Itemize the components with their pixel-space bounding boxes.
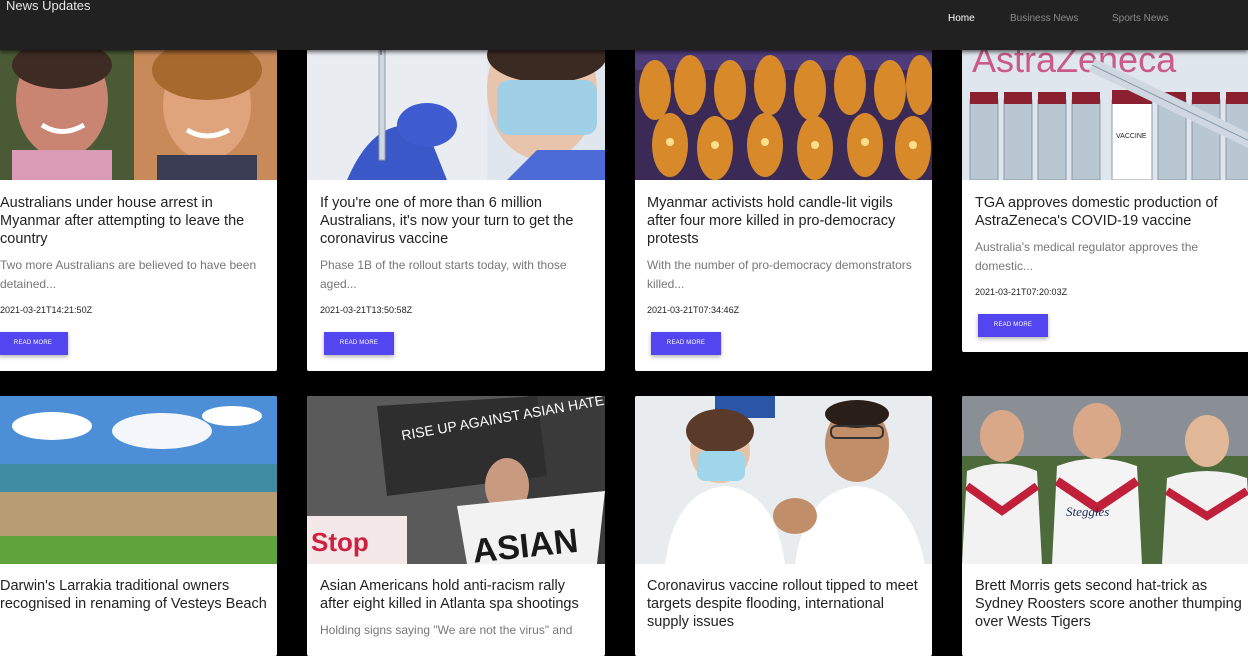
card-body: Coronavirus vaccine rollout tipped to me… xyxy=(647,577,922,631)
article-title[interactable]: Brett Morris gets second hat-trick as Sy… xyxy=(975,577,1245,631)
navbar: News Updates Home Business News Sports N… xyxy=(0,0,1248,50)
read-more-button[interactable]: READ MORE xyxy=(978,314,1048,337)
article-image: Steggles xyxy=(962,396,1248,564)
vaccination-image xyxy=(635,396,932,564)
vaccine-label-text: VACCINE xyxy=(1116,133,1147,140)
candle-vigil-image xyxy=(635,30,932,180)
article-title[interactable]: TGA approves domestic production of Astr… xyxy=(975,194,1245,230)
article-title[interactable]: Darwin's Larrakia traditional owners rec… xyxy=(0,577,268,613)
article-image: AstraZeneca VACCINE xyxy=(962,30,1248,180)
read-more-button[interactable]: READ MORE xyxy=(324,332,394,355)
vaccine-worker-image xyxy=(307,30,605,180)
article-title[interactable]: If you're one of more than 6 million Aus… xyxy=(320,194,592,248)
article-description: Holding signs saying "We are not the vir… xyxy=(320,623,573,637)
nav-business-news[interactable]: Business News xyxy=(1010,13,1078,25)
article-image xyxy=(635,396,932,564)
article-date: 2021-03-21T07:20:03Z xyxy=(975,287,1068,297)
protest-image: RISE UP AGAINST ASIAN HATE ASIAN Stop xyxy=(307,396,605,564)
protest-sign-stop: Stop xyxy=(311,527,369,557)
news-card: Myanmar activists hold candle-lit vigils… xyxy=(635,30,932,371)
card-body: Asian Americans hold anti-racism rally a… xyxy=(320,577,595,640)
read-more-button[interactable]: READ MORE xyxy=(0,332,68,355)
card-body: Myanmar activists hold candle-lit vigils… xyxy=(647,194,922,355)
card-body: TGA approves domestic production of Astr… xyxy=(975,194,1245,337)
card-body: Brett Morris gets second hat-trick as Sy… xyxy=(975,577,1245,631)
news-card: Steggles Brett Morris gets second hat-tr… xyxy=(962,396,1248,656)
article-image xyxy=(0,396,277,564)
rugby-players-image: Steggles xyxy=(962,396,1248,564)
portrait-photo-image xyxy=(0,30,277,180)
nav-links: Home Business News Sports News xyxy=(0,13,1248,27)
card-body: If you're one of more than 6 million Aus… xyxy=(320,194,592,355)
brand-link[interactable]: News Updates xyxy=(6,0,91,14)
article-title[interactable]: Australians under house arrest in Myanma… xyxy=(0,194,268,248)
article-description: Australia's medical regulator approves t… xyxy=(975,240,1199,273)
article-description: Two more Australians are believed to hav… xyxy=(0,258,257,291)
news-card: If you're one of more than 6 million Aus… xyxy=(307,30,605,371)
article-title[interactable]: Coronavirus vaccine rollout tipped to me… xyxy=(647,577,922,631)
article-date: 2021-03-21T07:34:46Z xyxy=(647,305,740,315)
article-image: RISE UP AGAINST ASIAN HATE ASIAN Stop xyxy=(307,396,605,564)
article-description: Phase 1B of the rollout starts today, wi… xyxy=(320,258,567,291)
beach-image xyxy=(0,396,277,564)
article-title[interactable]: Asian Americans hold anti-racism rally a… xyxy=(320,577,595,613)
jersey-sponsor-text: Steggles xyxy=(1066,504,1109,519)
news-card: Australians under house arrest in Myanma… xyxy=(0,30,277,371)
article-image xyxy=(635,30,932,180)
nav-home[interactable]: Home xyxy=(948,13,975,25)
nav-sports-news[interactable]: Sports News xyxy=(1112,13,1169,25)
article-description: With the number of pro-democracy demonst… xyxy=(647,258,912,291)
news-card: Coronavirus vaccine rollout tipped to me… xyxy=(635,396,932,656)
vaccine-vials-image: AstraZeneca VACCINE xyxy=(962,30,1248,180)
article-title[interactable]: Myanmar activists hold candle-lit vigils… xyxy=(647,194,922,248)
article-date: 2021-03-21T13:50:58Z xyxy=(320,305,413,315)
news-card: AstraZeneca VACCINE TGA approves domesti… xyxy=(962,30,1248,352)
read-more-button[interactable]: READ MORE xyxy=(651,332,721,355)
card-body: Darwin's Larrakia traditional owners rec… xyxy=(0,577,268,613)
article-date: 2021-03-21T14:21:50Z xyxy=(0,305,93,315)
article-image xyxy=(0,30,277,180)
card-body: Australians under house arrest in Myanma… xyxy=(0,194,268,355)
news-card: RISE UP AGAINST ASIAN HATE ASIAN Stop As… xyxy=(307,396,605,656)
article-image xyxy=(307,30,605,180)
news-card: Darwin's Larrakia traditional owners rec… xyxy=(0,396,277,656)
